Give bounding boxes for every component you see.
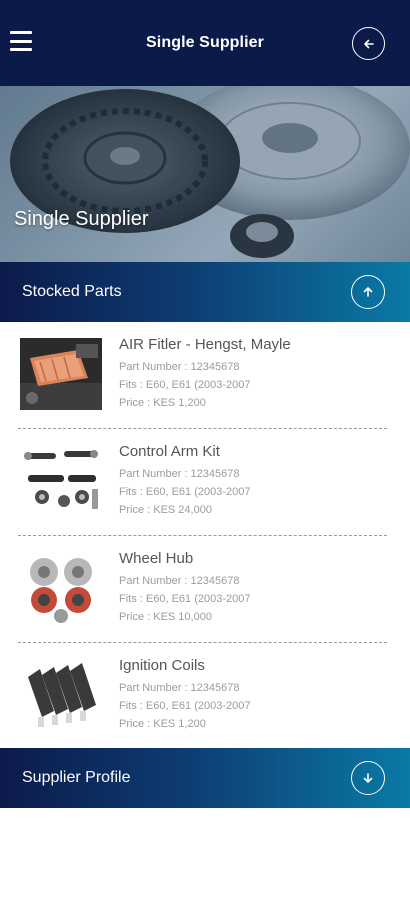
- back-button[interactable]: [352, 27, 385, 60]
- collapse-button[interactable]: [351, 275, 385, 309]
- stocked-parts-header[interactable]: Stocked Parts: [0, 262, 410, 322]
- hero-banner: Single Supplier: [0, 86, 410, 262]
- parts-list: AIR Fitler - Hengst, Mayle Part Number :…: [0, 322, 410, 750]
- wheel-hub-thumbnail: [20, 552, 102, 624]
- page-title: Single Supplier: [146, 34, 264, 51]
- part-fits: Fits : E60, E61 (2003-2007: [119, 700, 251, 712]
- part-price: Price : KES 24,000: [119, 504, 212, 516]
- stocked-parts-label: Stocked Parts: [22, 283, 122, 300]
- part-name: Wheel Hub: [119, 550, 194, 567]
- control-arm-kit-thumbnail: [20, 445, 102, 517]
- part-fits: Fits : E60, E61 (2003-2007: [119, 486, 251, 498]
- part-name: Control Arm Kit: [119, 443, 220, 460]
- hero-title: Single Supplier: [14, 208, 149, 230]
- air-filter-thumbnail: [20, 338, 102, 410]
- part-number: Part Number : 12345678: [119, 468, 240, 480]
- supplier-profile-label: Supplier Profile: [22, 769, 131, 786]
- top-bar: Single Supplier: [0, 0, 410, 86]
- clutch-kit-image: [0, 86, 410, 262]
- arrow-up-icon: [363, 287, 373, 297]
- part-price: Price : KES 10,000: [119, 611, 212, 623]
- ignition-coils-thumbnail: [20, 659, 102, 731]
- supplier-profile-header[interactable]: Supplier Profile: [0, 748, 410, 808]
- part-number: Part Number : 12345678: [119, 682, 240, 694]
- part-price: Price : KES 1,200: [119, 397, 206, 409]
- part-name: Ignition Coils: [119, 657, 205, 674]
- part-fits: Fits : E60, E61 (2003-2007: [119, 379, 251, 391]
- part-number: Part Number : 12345678: [119, 575, 240, 587]
- arrow-left-icon: [363, 39, 374, 48]
- list-item[interactable]: AIR Fitler - Hengst, Mayle Part Number :…: [18, 322, 387, 429]
- part-name: AIR Fitler - Hengst, Mayle: [119, 336, 291, 353]
- menu-icon[interactable]: [10, 31, 32, 51]
- expand-button[interactable]: [351, 761, 385, 795]
- list-item[interactable]: Control Arm Kit Part Number : 12345678 F…: [18, 429, 387, 536]
- part-fits: Fits : E60, E61 (2003-2007: [119, 593, 251, 605]
- list-item[interactable]: Ignition Coils Part Number : 12345678 Fi…: [18, 643, 387, 750]
- part-number: Part Number : 12345678: [119, 361, 240, 373]
- list-item[interactable]: Wheel Hub Part Number : 12345678 Fits : …: [18, 536, 387, 643]
- arrow-down-icon: [363, 773, 373, 783]
- part-price: Price : KES 1,200: [119, 718, 206, 730]
